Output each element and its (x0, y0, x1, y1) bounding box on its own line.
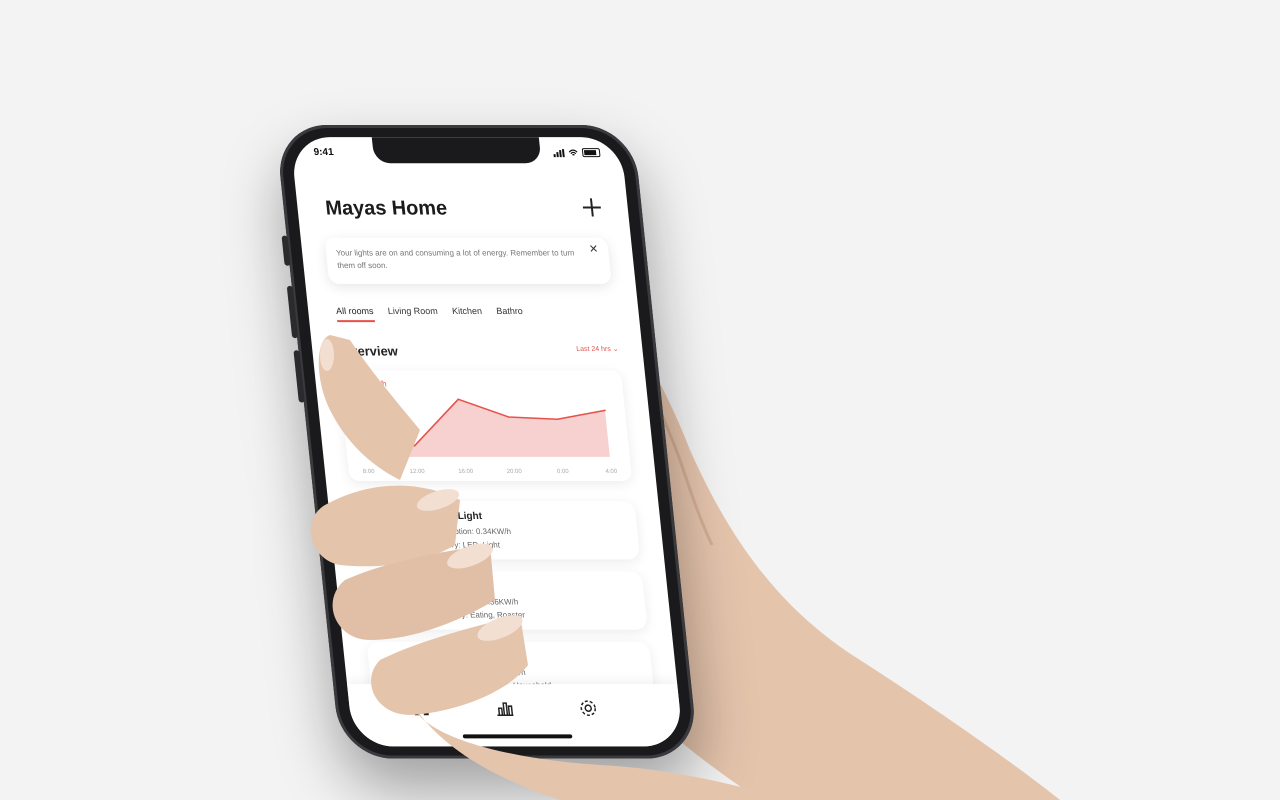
home-indicator (462, 734, 573, 739)
tab-kitchen[interactable]: Kitchen (452, 306, 483, 320)
settings-icon[interactable] (577, 698, 599, 718)
x-tick-label: 12:00 (410, 469, 426, 475)
x-tick-label: 20:00 (507, 469, 523, 475)
close-icon[interactable]: ✕ (588, 244, 598, 256)
x-tick-label: 8:00 (363, 469, 376, 475)
device-consumption: Consumption: 0.34KW/h (438, 667, 527, 678)
energy-alert: Your lights are on and consuming a lot o… (324, 237, 612, 284)
battery-icon (581, 148, 601, 158)
trend-down-icon (378, 585, 412, 616)
trend-up-icon (371, 515, 405, 546)
x-tick-label: 0:00 (557, 469, 570, 475)
app-header: Mayas Home (324, 195, 606, 225)
room-tabs: All rooms Living Room Kitchen Bathro (335, 305, 640, 326)
add-button[interactable] (579, 195, 605, 219)
device-list: Ambient Light Consumption: 0.34KW/h Cate… (351, 501, 656, 712)
status-icons (553, 148, 601, 158)
consumption-chart: 8:00 12:00 16:00 20:00 0:00 4:00 5.56KW/h (338, 370, 633, 481)
chevron-down-icon: ⌄ (612, 346, 619, 354)
phone: 9:41 Mayas Home Your lights are on and c… (275, 125, 699, 759)
device-category: Category: Eating, Roaster (432, 610, 526, 620)
device-name: Dishwasher (429, 651, 487, 663)
bottom-tab-bar (347, 684, 684, 747)
alert-message: Your lights are on and consuming a lot o… (335, 248, 575, 270)
signal-icon (553, 148, 565, 157)
tab-living-room[interactable]: Living Room (387, 306, 438, 320)
home-icon[interactable] (410, 698, 432, 718)
chart-svg: 8:00 12:00 16:00 20:00 0:00 4:00 5.56KW/h (351, 379, 618, 475)
app-screen: 9:41 Mayas Home Your lights are on and c… (290, 137, 684, 747)
product-shot: 9:41 Mayas Home Your lights are on and c… (0, 0, 1280, 800)
tab-bathroom[interactable]: Bathro (496, 306, 524, 320)
range-label: Last 24 hrs (575, 346, 612, 354)
stats-icon[interactable] (494, 698, 516, 718)
device-consumption: Consumption: 0.34KW/h (424, 527, 512, 537)
trend-up-icon (385, 655, 419, 687)
status-time: 9:41 (313, 147, 335, 159)
device-consumption: Consumption: 0.36KW/h (431, 597, 519, 607)
tab-all-rooms[interactable]: All rooms (335, 305, 375, 323)
chart-area (364, 399, 610, 457)
page-title: Mayas Home (324, 197, 449, 220)
device-card[interactable]: Toaster Consumption: 0.36KW/h Category: … (359, 571, 648, 630)
range-dropdown[interactable]: Last 24 hrs ⌄ (576, 345, 619, 353)
device-category: Category: LED, Light (425, 540, 501, 550)
device-name: Ambient Light (414, 511, 483, 523)
wifi-icon (568, 149, 578, 156)
status-bar: 9:41 (313, 147, 601, 161)
plus-icon (582, 198, 601, 217)
overview-header: Overview Last 24 hrs ⌄ (339, 343, 619, 361)
chart-annotation: 5.56KW/h (351, 379, 387, 388)
x-tick-label: 16:00 (458, 469, 474, 475)
device-card[interactable]: Ambient Light Consumption: 0.34KW/h Cate… (351, 501, 641, 560)
x-tick-label: 4:00 (605, 469, 618, 475)
device-name: Toaster (421, 581, 459, 593)
overview-title: Overview (339, 343, 399, 359)
